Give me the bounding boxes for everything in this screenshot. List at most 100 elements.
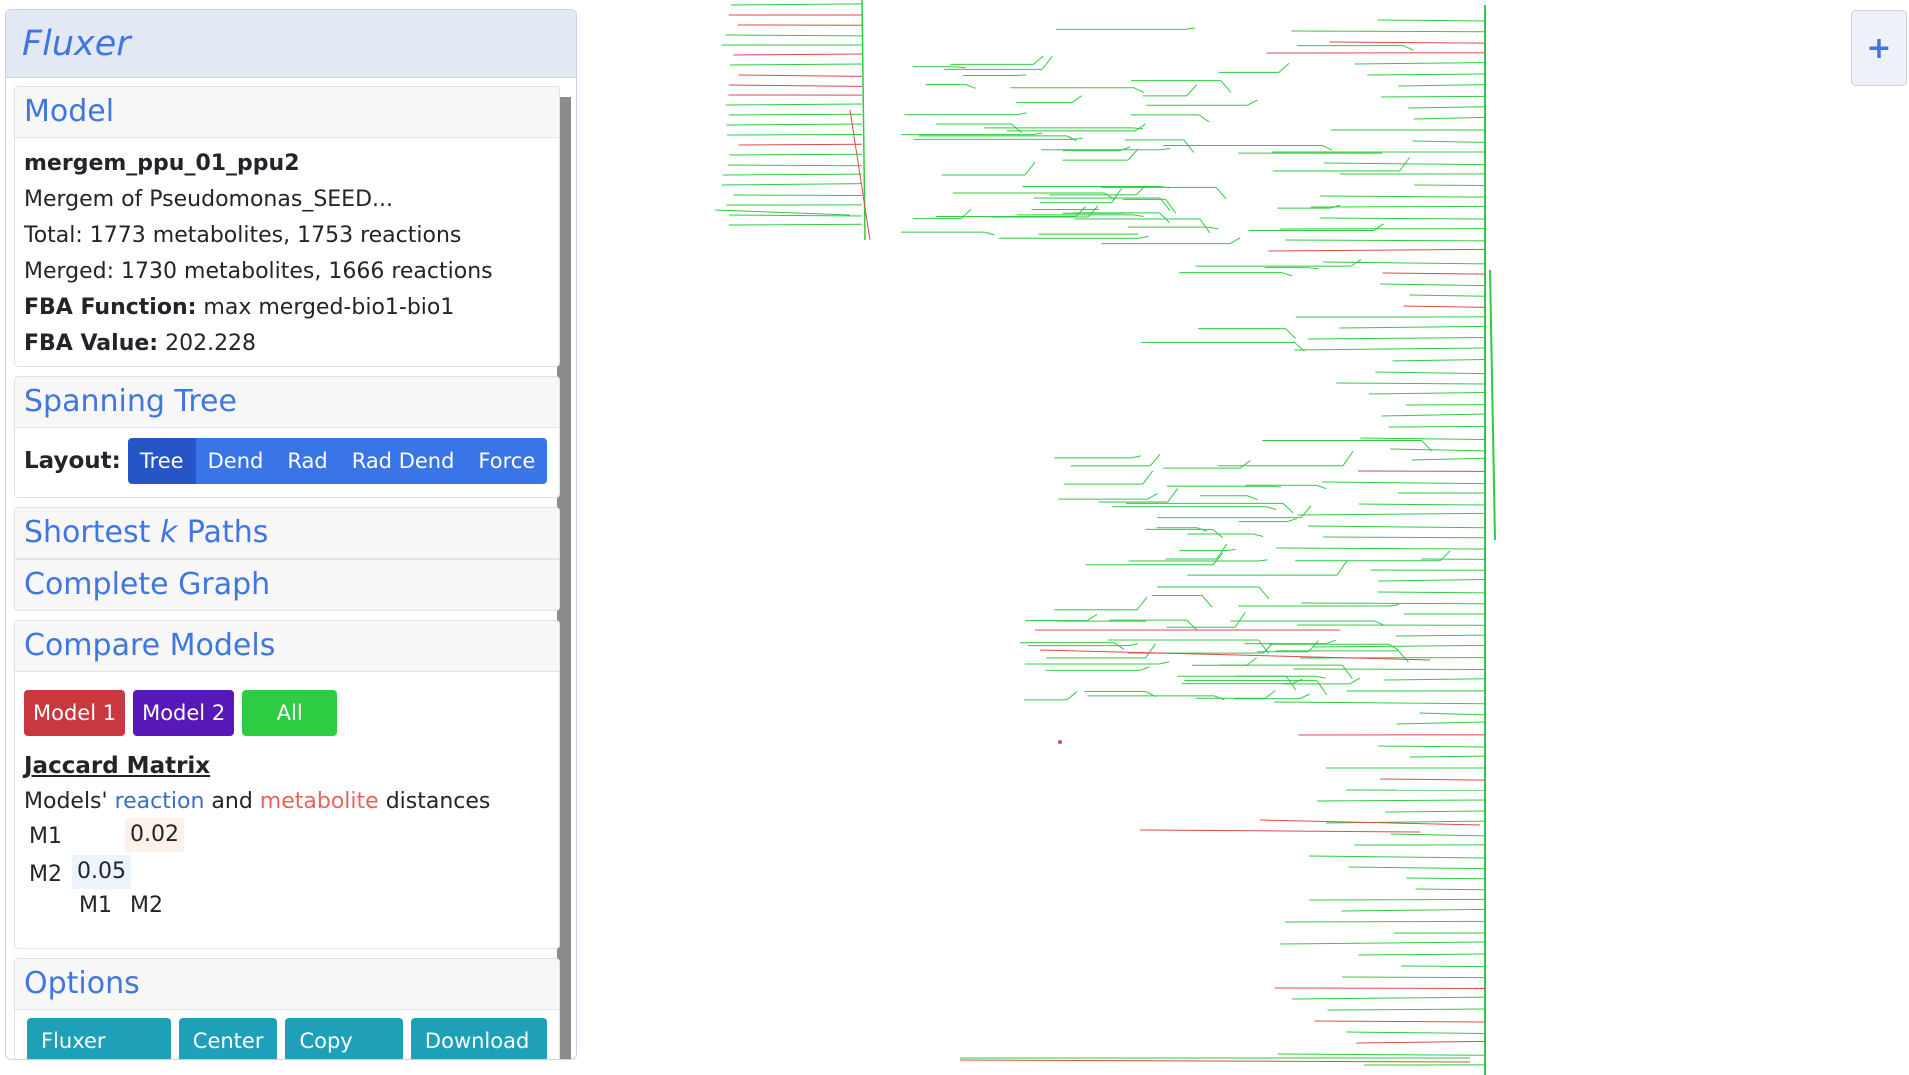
graph-edge [1039,649,1431,661]
graph-edge [728,223,863,226]
model-name: mergem_ppu_01_ppu2 [24,151,300,176]
graph-edge [959,1059,1471,1063]
graph-edge [1415,888,1486,891]
graph-edge [1307,337,1486,340]
graph-edge [1378,745,1486,748]
graph-edge [1132,127,1143,130]
graph-edge [1409,294,1486,297]
model-card: Model mergem_ppu_01_ppu2 Mergem of Pseud… [14,86,560,367]
graph-edge [1292,996,1486,1000]
fba-value: 202.228 [165,331,257,356]
graph-edge [1031,132,1043,136]
graph-edge [1225,548,1236,552]
download-dropdown-button[interactable]: Download [410,1018,547,1059]
graph-edge [1259,819,1481,826]
graph-edge [1336,560,1348,576]
graph-edge [1316,799,1486,802]
graph-edge [1406,877,1486,880]
graph-edge [984,231,995,236]
jaccard-matrix: M1 0.02 M2 0.05 M1 M2 [24,818,550,944]
graph-edge [1316,484,1327,490]
graph-edge [1341,908,1486,912]
fluxer-home-button[interactable]: Fluxer Home [27,1018,171,1059]
graph-edge [725,34,863,37]
model2-button[interactable]: Model 2 [133,690,235,736]
graph-edge [1315,675,1326,679]
graph-edge [1339,325,1486,329]
graph-edge [1183,139,1195,153]
graph-edge [965,84,976,89]
graph-edge [1127,148,1139,161]
graph-edge [1413,116,1486,120]
graph-edge [1323,536,1486,539]
jaccard-matrix-title[interactable]: Jaccard Matrix [24,748,550,784]
graph-edge [1403,305,1486,308]
model-header[interactable]: Model [15,87,559,138]
graph-edge [1186,84,1198,97]
shortest-paths-header[interactable]: Shortest k Paths [15,508,559,559]
compare-models-header[interactable]: Compare Models [15,621,559,672]
graph-edge [1159,197,1171,212]
graph-edge [1358,503,1486,506]
graph-edge [1167,488,1179,503]
graph-edge [1411,457,1486,461]
matrix-row-label-m1: M1 [29,824,62,849]
spanning-tree-header[interactable]: Spanning Tree [15,377,559,428]
copy-link-button[interactable]: Copy Link [285,1018,403,1059]
graph-edge [1316,680,1328,696]
graph-edge [1336,382,1486,385]
graph-edge [1274,987,1486,990]
graph-edge [1230,237,1241,245]
graph-edge [1368,391,1486,395]
graph-edge [1234,612,1246,628]
desc-suffix: distances [385,789,491,814]
matrix-cell-m2-m1: 0.05 [72,855,131,889]
graph-edge [1299,693,1310,700]
graph-edge [1395,634,1486,637]
graph-edge [1138,235,1149,239]
layout-tree-button[interactable]: Tree [127,438,196,484]
complete-graph-header[interactable]: Complete Graph [15,559,559,610]
spanning-tree-graph[interactable] [640,0,1500,1075]
graph-edge [1159,148,1171,151]
graph-edge [1419,712,1486,716]
model1-button[interactable]: Model 1 [24,690,126,736]
graph-edge [1280,941,1486,945]
all-models-button[interactable]: All [242,690,338,736]
layout-dend-button[interactable]: Dend [195,438,276,484]
graph-edge [1247,495,1258,501]
fba-function-value: max merged-bio1-bio1 [203,295,455,320]
matrix-col-label-m1: M1 [79,893,112,918]
graph-edge [1320,195,1486,198]
graph-edge [1133,87,1145,94]
zoom-in-button[interactable]: + [1866,31,1891,66]
layout-button-group: Tree Dend Rad Rad Dend Force [127,438,548,484]
panel-scroll-area: Model mergem_ppu_01_ppu2 Mergem of Pseud… [14,86,560,1059]
model-description: Mergem of Pseudomonas_SEED... [24,187,394,212]
spanning-tree-card: Spanning Tree Layout: Tree Dend Rad Rad … [14,376,560,498]
graph-edge [1165,199,1177,214]
graph-edge [729,63,863,66]
graph-edge [1489,269,1496,541]
jaccard-description: Models' reaction and metabolite distance… [24,784,550,820]
layout-force-button[interactable]: Force [466,438,548,484]
graph-edge [1408,106,1486,109]
graph-edge [1342,450,1354,467]
graph-edge [1266,506,1277,511]
graph-edge [1277,1053,1486,1056]
center-button[interactable]: Center [178,1018,278,1059]
graph-edge [725,103,863,106]
graph-edge [1276,547,1486,550]
graph-edge [1133,214,1144,218]
layout-rad-button[interactable]: Rad [275,438,340,484]
graph-edge [1198,114,1210,123]
shortest-paths-suffix: Paths [177,515,269,550]
graph-edge [1033,55,1044,65]
graph-edge [1282,272,1293,277]
graph-edge [1285,920,1486,923]
options-header[interactable]: Options [15,959,559,1010]
graph-edge [1139,666,1150,671]
graph-edge [1127,643,1138,647]
layout-rad-dend-button[interactable]: Rad Dend [339,438,467,484]
graph-edge [1360,437,1486,440]
